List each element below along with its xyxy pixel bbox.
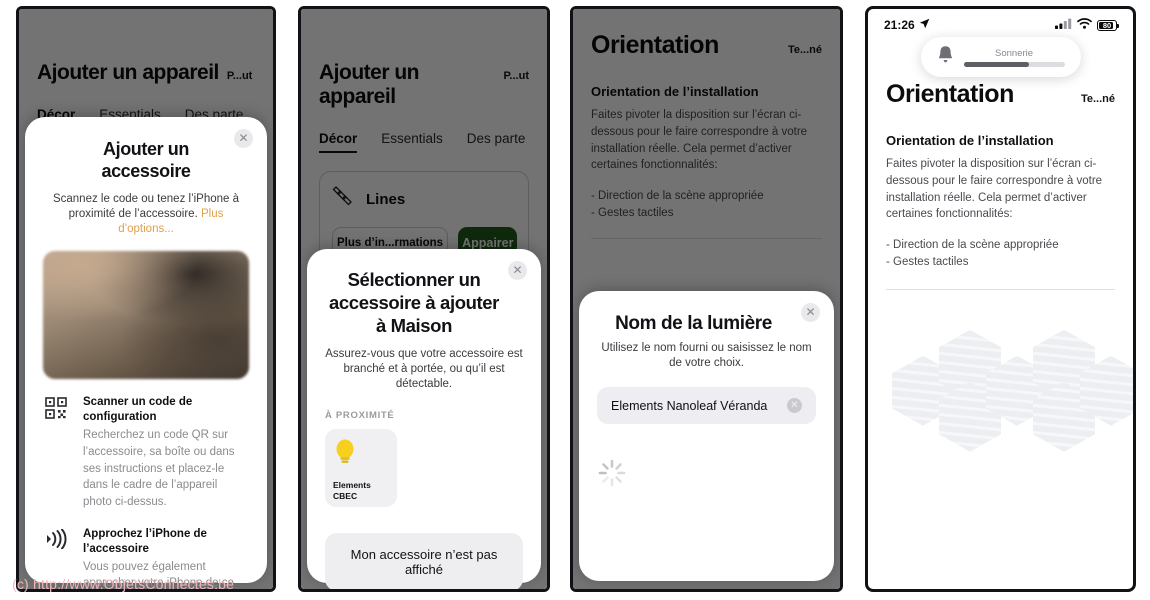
cellular-signal-icon <box>1055 18 1072 32</box>
panel-select-accessory: Ajouter un appareil P...ut Décor Essenti… <box>290 0 560 600</box>
location-arrow-icon <box>919 18 930 32</box>
phone-frame-3: Orientation Te...né Orientation de l’ins… <box>570 6 843 592</box>
clock-time: 21:26 <box>884 18 915 32</box>
light-bulb-icon <box>333 437 389 472</box>
add-accessory-sheet: ✕ Ajouter un accessoire Scannez le code … <box>25 117 267 589</box>
option-heading: Scanner un code de configuration <box>83 396 193 424</box>
app-header-1: Ajouter un appareil P...ut <box>37 61 255 85</box>
light-name-value[interactable]: Elements Nanoleaf Véranda <box>611 399 767 413</box>
section-label-nearby: À PROXIMITÉ <box>325 410 395 422</box>
option-body: Recherchez un code QR sur l’accessoire, … <box>83 429 235 508</box>
ringer-track[interactable] <box>963 61 1065 67</box>
product-header: Lines <box>332 184 516 215</box>
nanoleaf-elements-hexagon-layout[interactable] <box>886 320 1133 480</box>
ringer-fill <box>963 61 1030 67</box>
battery-level: 80 <box>1102 20 1112 30</box>
divider <box>591 237 822 239</box>
sheet-subtitle: Utilisez le nom fourni ou saisissez le n… <box>601 342 812 370</box>
light-name-sheet: ✕ Nom de la lumière Utilisez le nom four… <box>579 291 834 581</box>
phone-frame-2: Ajouter un appareil P...ut Décor Essenti… <box>298 6 550 592</box>
tab-partenaires[interactable]: Des parte <box>467 131 526 151</box>
accessory-tile-name: Elements CBEC <box>333 480 389 501</box>
section-heading: Orientation de l’installation <box>886 133 1054 148</box>
option-heading: Approchez l’iPhone de l’accessoire <box>83 527 207 555</box>
page-title: Orientation <box>591 31 719 59</box>
orientation-content: Orientation Te...né Orientation de l’ins… <box>868 34 1133 480</box>
panel-orientation: 21:26 80 Sonnerie Orientation Te...né Or… <box>855 0 1150 600</box>
status-bar-left: 21:26 <box>884 18 930 32</box>
header-action-label[interactable]: Te...né <box>788 44 822 56</box>
header-action-label[interactable]: P...ut <box>504 70 529 82</box>
close-icon[interactable]: ✕ <box>801 303 820 322</box>
product-name: Lines <box>366 191 406 208</box>
section-bullets: - Direction de la scène appropriée - Ges… <box>591 190 764 219</box>
accessory-name-line2: CBEC <box>333 490 358 501</box>
spinner-icon <box>597 458 816 493</box>
status-bar: 21:26 80 <box>868 9 1133 34</box>
section-body: Faites pivoter la disposition sur l’écra… <box>591 109 808 172</box>
qr-code-icon <box>43 395 69 510</box>
section-heading: Orientation de l’installation <box>591 84 759 99</box>
option-scan-qr: Scanner un code de configuration Recherc… <box>43 395 249 510</box>
header-action-label[interactable]: P...ut <box>227 70 252 82</box>
option-scan-qr-text: Scanner un code de configuration Recherc… <box>83 395 249 510</box>
wifi-icon <box>1077 18 1092 32</box>
sheet-title: Sélectionner un accessoire à ajouter à M… <box>329 269 499 336</box>
close-icon[interactable]: ✕ <box>234 129 253 148</box>
divider <box>886 288 1115 290</box>
sheet-subtitle: Assurez-vous que votre accessoire est br… <box>325 347 523 391</box>
sheet-title: Nom de la lumière <box>615 313 772 334</box>
page-title: Orientation <box>886 80 1014 108</box>
sheet-title: Ajouter un accessoire <box>101 139 191 181</box>
phone-frame-4: 21:26 80 Sonnerie Orientation Te...né Or… <box>865 6 1136 592</box>
light-name-input[interactable]: Elements Nanoleaf Véranda ✕ <box>597 387 816 425</box>
accessory-tile-elements[interactable]: Elements CBEC <box>325 429 397 508</box>
ringer-volume-hud: Sonnerie <box>920 37 1081 77</box>
sheet-subtitle: Scannez le code ou tenez l’iPhone à prox… <box>43 192 249 238</box>
phone-frame-1: Ajouter un appareil P...ut Décor Essenti… <box>16 6 276 592</box>
page-title: Ajouter un appareil <box>37 61 219 84</box>
status-bar-right: 80 <box>1055 18 1119 32</box>
app-header-4: Orientation Te...né <box>886 80 1115 109</box>
close-icon[interactable]: ✕ <box>508 261 527 280</box>
app-header-2: Ajouter un appareil P...ut <box>319 61 529 109</box>
battery-icon: 80 <box>1097 19 1119 31</box>
accessory-not-shown-button[interactable]: Mon accessoire n’est pas affiché <box>325 533 523 589</box>
panel-add-accessory: Ajouter un appareil P...ut Décor Essenti… <box>0 0 290 600</box>
bell-icon <box>937 45 954 69</box>
screenshot-strip: Ajouter un appareil P...ut Décor Essenti… <box>0 0 1150 600</box>
page-title: Ajouter un appareil <box>319 61 419 108</box>
ringer-slider[interactable]: Sonnerie <box>963 47 1065 67</box>
select-accessory-sheet: ✕ Sélectionner un accessoire à ajouter à… <box>307 249 541 589</box>
clear-icon[interactable]: ✕ <box>787 398 802 414</box>
watermark: (c) http://www.ObjetsConnectes.be <box>12 576 235 592</box>
section-body: Faites pivoter la disposition sur l’écra… <box>886 158 1103 221</box>
panel-light-name: Orientation Te...né Orientation de l’ins… <box>560 0 855 600</box>
header-action-label[interactable]: Te...né <box>1081 93 1115 105</box>
tab-bar-2: Décor Essentials Des parte <box>319 131 529 153</box>
app-header-3: Orientation Te...né <box>591 31 822 60</box>
tab-decor[interactable]: Décor <box>319 131 358 153</box>
camera-viewfinder[interactable] <box>43 251 249 380</box>
accessory-name-line1: Elements <box>333 480 371 491</box>
tab-essentials[interactable]: Essentials <box>381 131 443 151</box>
section-bullets: - Direction de la scène appropriée - Ges… <box>886 239 1059 268</box>
ringer-label: Sonnerie <box>994 47 1034 59</box>
lines-light-bar-icon <box>332 184 354 215</box>
